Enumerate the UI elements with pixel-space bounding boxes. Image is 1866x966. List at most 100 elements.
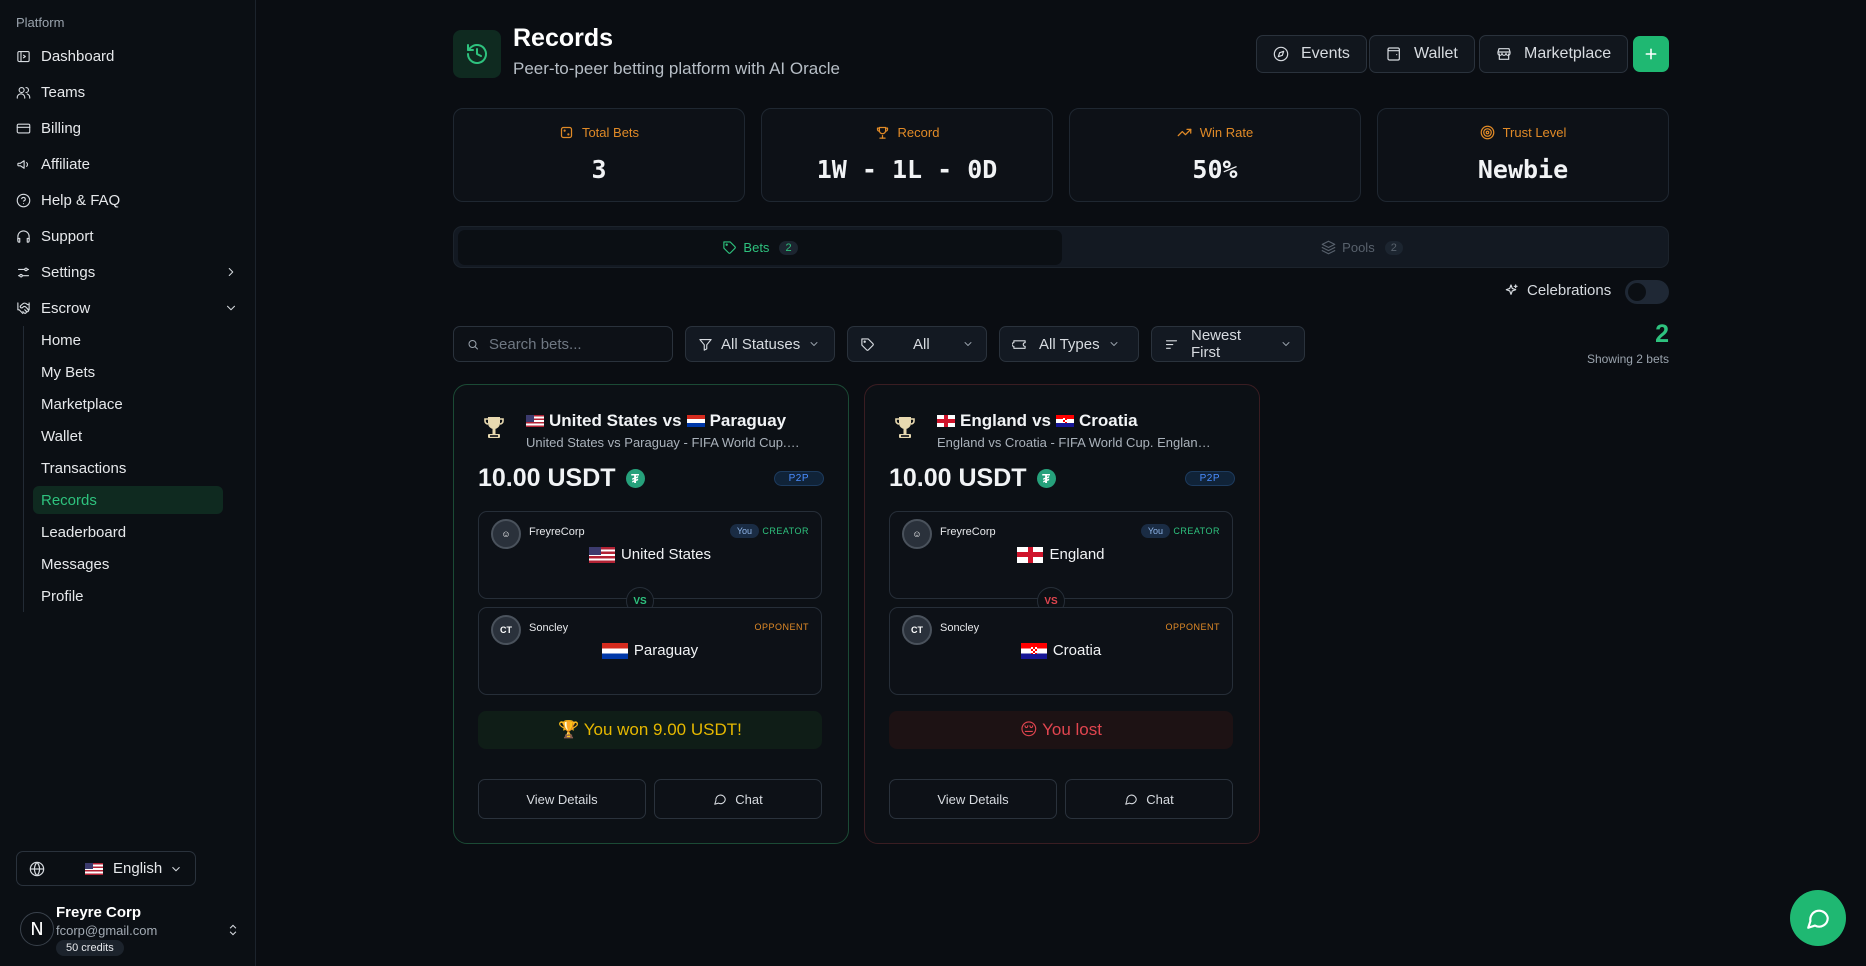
chevron-right-icon — [228, 267, 234, 277]
type-filter-value: All Types — [1039, 335, 1100, 353]
view-details-label: View Details — [526, 791, 598, 807]
language-select[interactable]: English — [16, 851, 196, 886]
view-details-label: View Details — [937, 791, 1009, 807]
england-flag-icon — [1017, 546, 1044, 563]
tab-count-badge: 2 — [1384, 240, 1403, 255]
escrow-sub-profile[interactable]: Profile — [33, 582, 223, 610]
opponent-pick: Croatia — [890, 642, 1232, 659]
opponent-pick-label: Croatia — [1052, 642, 1102, 659]
sidebar-group-label: Platform — [16, 15, 65, 30]
escrow-sub-messages[interactable]: Messages — [33, 550, 223, 578]
escrow-sub-transactions[interactable]: Transactions — [33, 454, 223, 482]
events-button-label: Events — [1301, 45, 1350, 62]
creator-side: ☺ FreyreCorp You CREATOR England — [889, 511, 1233, 599]
view-details-button[interactable]: View Details — [889, 779, 1057, 819]
chat-button[interactable]: Chat — [654, 779, 822, 819]
paraguay-flag-icon — [686, 415, 705, 427]
marketplace-button[interactable]: Marketplace — [1479, 35, 1629, 73]
chevron-down-icon — [1282, 342, 1290, 346]
search-icon — [468, 339, 478, 349]
sidebar-item-dashboard[interactable]: Dashboard — [8, 41, 248, 71]
opponent-side: CT Soncley OPPONENT Paraguay — [478, 607, 822, 695]
compass-icon — [1273, 46, 1289, 62]
type-filter[interactable]: All Types — [999, 326, 1139, 362]
stat-label: Record — [897, 125, 940, 140]
celebrations-toggle[interactable] — [1625, 280, 1669, 304]
sidebar-item-support[interactable]: Support — [8, 221, 248, 251]
sidebar-item-label: Support — [41, 227, 94, 245]
celebrations-label: Celebrations — [1527, 282, 1612, 299]
opponent-name: Soncley — [940, 622, 980, 634]
creator-pick: United States — [479, 546, 821, 563]
bet-mode-badge: P2P — [1184, 471, 1235, 486]
stat-record: Record 1W - 1L - 0D — [761, 108, 1053, 202]
handshake-icon — [17, 301, 30, 314]
chat-label: Chat — [735, 791, 763, 807]
sidebar-item-label: Dashboard — [41, 47, 115, 65]
stat-trust-level: Trust Level Newbie — [1377, 108, 1669, 202]
history-icon — [453, 30, 501, 78]
croatia-flag-icon — [1055, 415, 1074, 427]
stat-value: 50% — [1192, 155, 1238, 184]
users-icon — [16, 86, 31, 99]
view-details-button[interactable]: View Details — [478, 779, 646, 819]
message-circle-icon — [1125, 794, 1138, 805]
page-title: Records — [513, 24, 614, 52]
sidebar-item-settings[interactable]: Settings — [8, 257, 248, 287]
trophy-icon — [484, 417, 504, 438]
status-filter[interactable]: All Statuses — [685, 326, 835, 362]
sidebar-item-escrow[interactable]: Escrow — [8, 293, 248, 323]
events-button[interactable]: Events — [1256, 35, 1367, 73]
vs-text: vs — [662, 411, 682, 430]
escrow-sub-wallet[interactable]: Wallet — [33, 422, 223, 450]
team-b: Croatia — [1078, 411, 1138, 430]
bet-count: 2 — [1655, 320, 1669, 348]
page-subtitle: Peer-to-peer betting platform with AI Or… — [513, 59, 840, 78]
tab-label: Bets — [743, 240, 770, 255]
escrow-sub-marketplace[interactable]: Marketplace — [33, 390, 223, 418]
user-menu[interactable]: N Freyre Corp fcorp@gmail.com 50 credits — [16, 904, 248, 958]
avatar: CT — [902, 615, 932, 645]
ticket-icon — [1012, 339, 1026, 349]
sidebar-item-label: Billing — [41, 119, 82, 137]
sidebar-item-help-faq[interactable]: Help & FAQ — [8, 185, 248, 215]
escrow-sub-records[interactable]: Records — [33, 486, 223, 514]
sort-select[interactable]: Newest First — [1151, 326, 1305, 362]
tab-pools[interactable]: Pools 2 — [1060, 230, 1664, 265]
stat-value: Newbie — [1477, 155, 1569, 184]
add-bet-button[interactable] — [1633, 36, 1669, 72]
escrow-sub-leaderboard[interactable]: Leaderboard — [33, 518, 223, 546]
escrow-sub-home[interactable]: Home — [33, 326, 223, 354]
store-icon — [1497, 48, 1511, 60]
celebrations-label-group: Celebrations — [1503, 282, 1611, 299]
credit-card-icon — [16, 123, 31, 133]
escrow-sub-my-bets[interactable]: My Bets — [33, 358, 223, 386]
tag-filter[interactable]: All — [847, 326, 987, 362]
bet-card: United States vs Paraguay United States … — [453, 384, 849, 844]
chat-button[interactable]: Chat — [1065, 779, 1233, 819]
tag-icon — [861, 337, 874, 351]
us-flag-icon — [526, 415, 544, 427]
bet-amount-value: 10.00 USDT — [478, 464, 616, 492]
sidebar-item-affiliate[interactable]: Affiliate — [8, 149, 248, 179]
result-banner: 😔 You lost — [889, 711, 1233, 749]
you-badge: You — [729, 524, 759, 538]
credits-badge: 50 credits — [56, 940, 124, 956]
sidebar-item-label: Settings — [41, 263, 96, 281]
opponent-pick-label: Paraguay — [633, 642, 699, 659]
opponent-name: Soncley — [529, 622, 569, 634]
sidebar-item-billing[interactable]: Billing — [8, 113, 248, 143]
bet-amount-value: 10.00 USDT — [889, 464, 1027, 492]
records-tabs: Bets 2 Pools 2 — [453, 226, 1669, 268]
wallet-button-label: Wallet — [1414, 45, 1458, 62]
role-badge: OPPONENT — [754, 622, 809, 632]
search-input[interactable] — [489, 335, 659, 353]
sidebar-item-label: Teams — [41, 83, 86, 101]
tab-bets[interactable]: Bets 2 — [458, 230, 1062, 265]
england-flag-icon — [937, 415, 955, 427]
sidebar-item-teams[interactable]: Teams — [8, 77, 248, 107]
chat-fab-button[interactable] — [1790, 890, 1846, 946]
match-title: United States vs Paraguay — [526, 411, 786, 431]
wallet-button[interactable]: Wallet — [1369, 35, 1475, 73]
bet-amount: 10.00 USDT ₮ — [889, 464, 1056, 493]
